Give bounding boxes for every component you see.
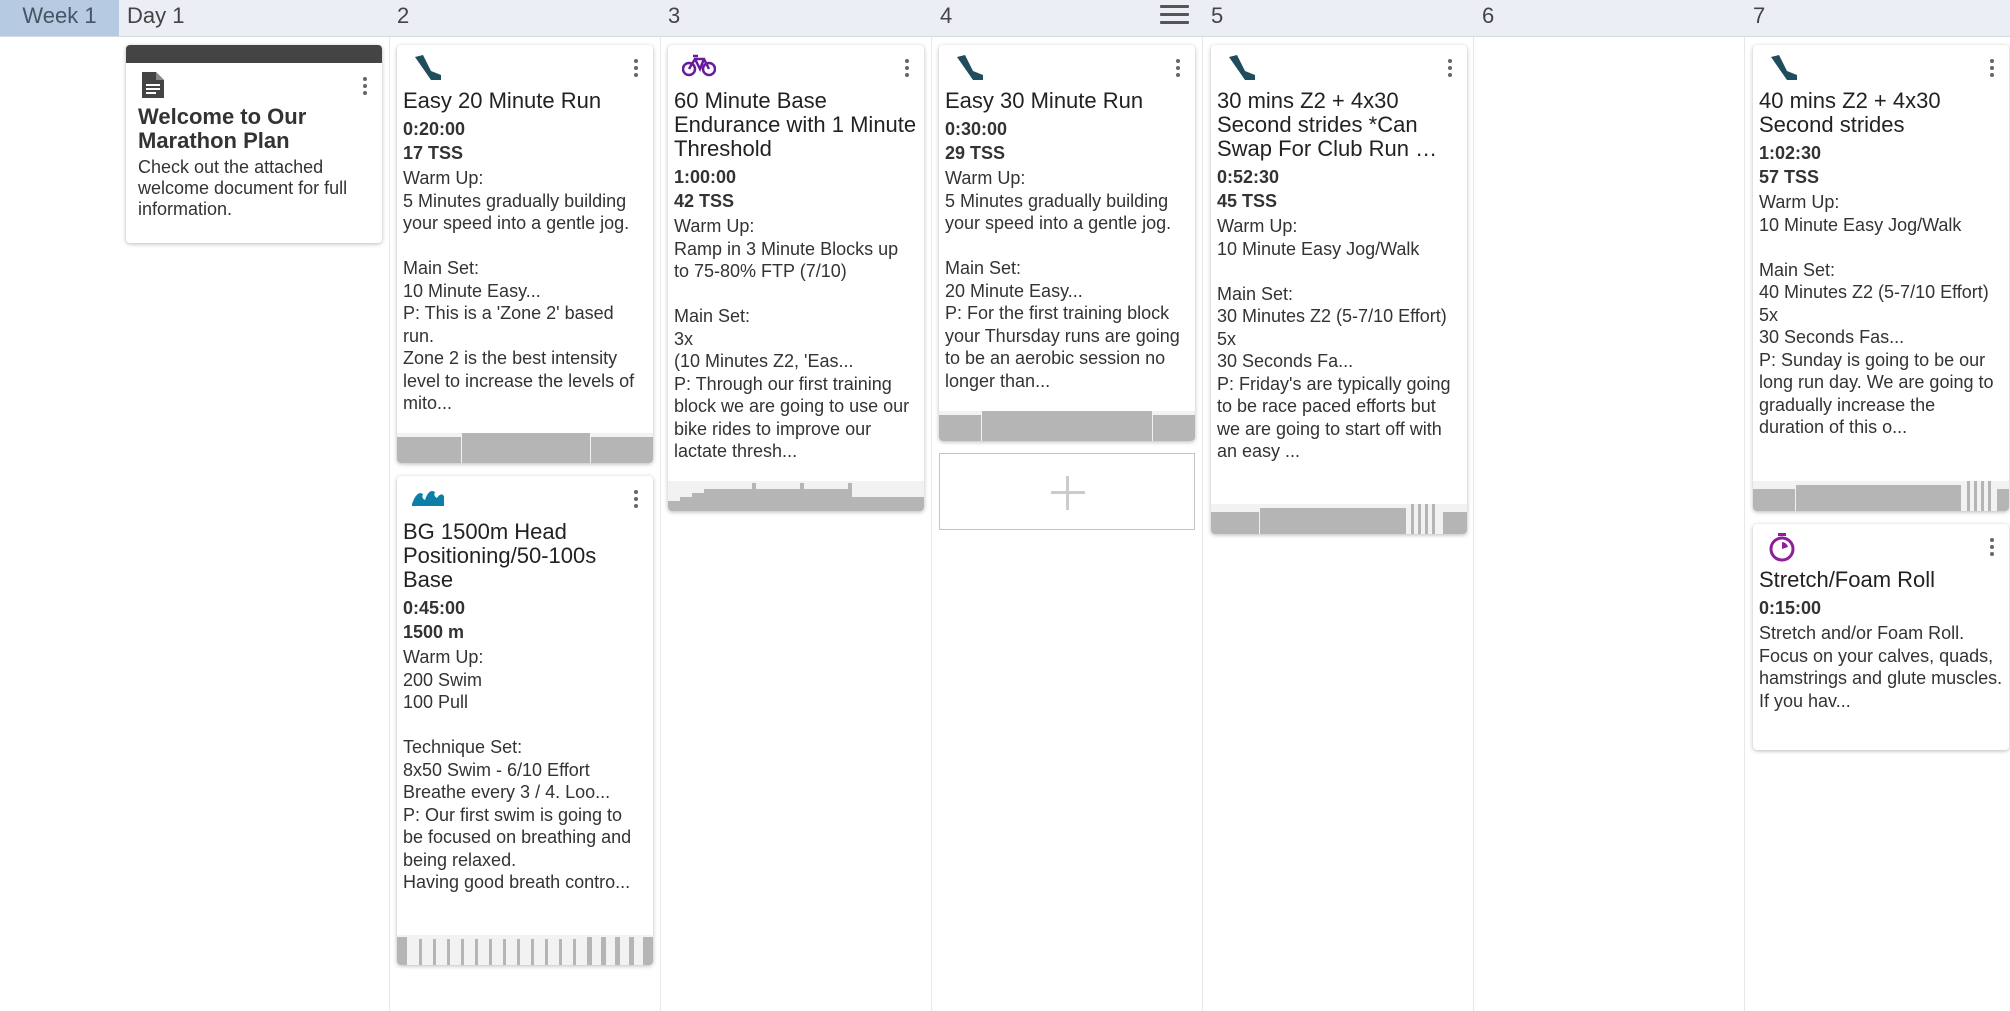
day-label-5: 5 <box>1211 3 1224 28</box>
workout-profile-graph <box>397 433 653 463</box>
add-workout-button[interactable] <box>939 453 1195 530</box>
swim-wave-icon <box>411 484 444 512</box>
document-icon <box>140 71 172 99</box>
day-label-6: 6 <box>1482 3 1495 28</box>
workout-card-easy-20-run[interactable]: Easy 20 Minute Run 0:20:00 17 TSS Warm U… <box>397 45 653 463</box>
workout-card-40-z2-strides[interactable]: 40 mins Z2 + 4x30 Second strides 1:02:30… <box>1753 45 2009 511</box>
workout-description: Warm Up: Ramp in 3 Minute Blocks up to 7… <box>674 216 910 461</box>
workout-tss: 57 TSS <box>1759 167 1820 187</box>
workout-profile-graph <box>1211 504 1467 534</box>
workout-duration: 1:00:00 <box>674 167 737 187</box>
workout-title: 60 Minute Base Endurance with 1 Minute T… <box>674 88 917 161</box>
note-description: Check out the attached welcome document … <box>138 157 348 219</box>
workout-description: Warm Up: 10 Minute Easy Jog/Walk Main Se… <box>1759 192 1994 437</box>
welcome-note-card[interactable]: Welcome to Our Marathon Plan Check out t… <box>126 45 382 243</box>
week-header: Week 1 Day 1 2 3 4 5 6 7 <box>0 0 2010 37</box>
workout-profile-graph <box>668 481 924 511</box>
workout-card-easy-30-run[interactable]: Easy 30 Minute Run 0:30:00 29 TSS Warm U… <box>939 45 1195 441</box>
running-shoe-icon <box>1225 53 1257 81</box>
workout-tss: 45 TSS <box>1217 191 1278 211</box>
workout-duration: 0:30:00 <box>945 119 1008 139</box>
day-label-1: Day 1 <box>127 3 185 28</box>
workout-duration: 0:45:00 <box>403 598 466 618</box>
workout-duration: 0:20:00 <box>403 119 466 139</box>
workout-description: Warm Up: 5 Minutes gradually building yo… <box>945 168 1180 391</box>
workout-profile-graph <box>397 935 653 965</box>
workout-title: Easy 20 Minute Run <box>403 88 602 113</box>
column-divider <box>1744 37 1745 1011</box>
workout-description: Warm Up: 10 Minute Easy Jog/Walk Main Se… <box>1217 216 1451 461</box>
workout-duration: 0:52:30 <box>1217 167 1280 187</box>
running-shoe-icon <box>1767 53 1799 81</box>
workout-card-bike[interactable]: 60 Minute Base Endurance with 1 Minute T… <box>668 45 924 511</box>
workout-card-30-z2-strides[interactable]: 30 mins Z2 + 4x30 Second strides *Can Sw… <box>1211 45 1467 534</box>
workout-title: 30 mins Z2 + 4x30 Second strides *Can Sw… <box>1217 88 1438 161</box>
workout-tss: 29 TSS <box>945 143 1006 163</box>
stopwatch-icon <box>1767 532 1799 562</box>
workout-title: 40 mins Z2 + 4x30 Second strides <box>1759 88 1941 137</box>
workout-description: Stretch and/or Foam Roll. Focus on your … <box>1759 623 2003 711</box>
day-label-4: 4 <box>940 3 953 28</box>
more-options-icon[interactable] <box>1989 538 1995 558</box>
workout-duration: 0:15:00 <box>1759 598 1822 618</box>
column-divider <box>1473 37 1474 1011</box>
workout-profile-graph <box>1753 481 2009 511</box>
menu-icon[interactable] <box>1160 5 1189 27</box>
column-divider <box>931 37 932 1011</box>
more-options-icon[interactable] <box>1175 59 1181 79</box>
week-label[interactable]: Week 1 <box>0 0 119 36</box>
note-title: Welcome to Our Marathon Plan <box>138 104 307 153</box>
workout-distance: 1500 m <box>403 622 465 642</box>
workout-profile-graph <box>939 411 1195 441</box>
workout-description: Warm Up: 200 Swim 100 Pull Technique Set… <box>403 647 632 892</box>
day-label-3: 3 <box>668 3 681 28</box>
workout-title: Easy 30 Minute Run <box>945 88 1144 113</box>
workout-title: BG 1500m Head Positioning/50-100s Base <box>403 519 597 592</box>
column-divider <box>389 37 390 1011</box>
day-label-2: 2 <box>397 3 410 28</box>
running-shoe-icon <box>953 53 985 81</box>
workout-card-stretch[interactable]: Stretch/Foam Roll 0:15:00 Stretch and/or… <box>1753 524 2009 750</box>
column-divider <box>660 37 661 1011</box>
column-divider <box>1202 37 1203 1011</box>
more-options-icon[interactable] <box>362 77 368 97</box>
workout-card-swim[interactable]: BG 1500m Head Positioning/50-100s Base 0… <box>397 476 653 965</box>
note-color-bar <box>126 45 382 63</box>
day-label-7: 7 <box>1753 3 1766 28</box>
more-options-icon[interactable] <box>904 59 910 79</box>
more-options-icon[interactable] <box>633 490 639 510</box>
workout-title: Stretch/Foam Roll <box>1759 567 1936 592</box>
more-options-icon[interactable] <box>1447 59 1453 79</box>
workout-tss: 42 TSS <box>674 191 735 211</box>
more-options-icon[interactable] <box>1989 59 1995 79</box>
running-shoe-icon <box>411 53 443 81</box>
bicycle-icon <box>681 53 717 81</box>
workout-tss: 17 TSS <box>403 143 464 163</box>
more-options-icon[interactable] <box>633 59 639 79</box>
workout-description: Warm Up: 5 Minutes gradually building yo… <box>403 168 635 413</box>
workout-duration: 1:02:30 <box>1759 143 1822 163</box>
